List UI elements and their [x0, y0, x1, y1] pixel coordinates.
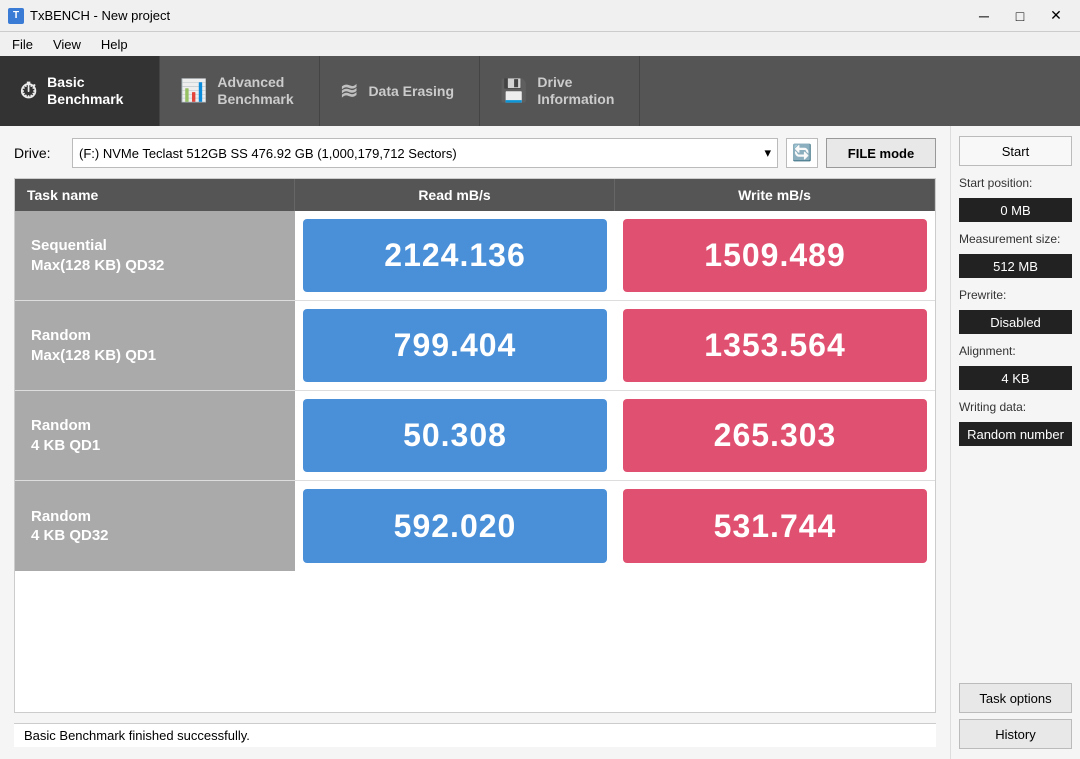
drive-info-icon: 💾	[500, 78, 527, 104]
tab-advanced-label: AdvancedBenchmark	[217, 74, 293, 108]
header-task-name: Task name	[15, 179, 295, 211]
measurement-size-label: Measurement size:	[959, 232, 1072, 246]
prewrite-value: Disabled	[959, 310, 1072, 334]
tab-data-erasing[interactable]: ≋ Data Erasing	[320, 56, 480, 126]
tab-drive-label: DriveInformation	[537, 74, 614, 108]
menu-view[interactable]: View	[45, 35, 89, 54]
read-value-1: 799.404	[303, 309, 607, 382]
main-panel: Drive: (F:) NVMe Teclast 512GB SS 476.92…	[0, 126, 950, 759]
table-row: Random4 KB QD150.308265.303	[15, 391, 935, 481]
data-erasing-icon: ≋	[340, 78, 358, 104]
tab-erasing-label: Data Erasing	[368, 83, 454, 100]
close-button[interactable]: ✕	[1040, 6, 1072, 26]
write-cell-1: 1353.564	[615, 301, 935, 390]
task-cell-2: Random4 KB QD1	[15, 391, 295, 480]
read-cell-0: 2124.136	[295, 211, 615, 300]
read-value-0: 2124.136	[303, 219, 607, 292]
tab-basic-benchmark[interactable]: ⏱ BasicBenchmark	[0, 56, 160, 126]
maximize-button[interactable]: □	[1004, 6, 1036, 26]
main-content: Drive: (F:) NVMe Teclast 512GB SS 476.92…	[0, 126, 1080, 759]
write-cell-0: 1509.489	[615, 211, 935, 300]
history-button[interactable]: History	[959, 719, 1072, 749]
measurement-size-value: 512 MB	[959, 254, 1072, 278]
writing-data-value: Random number	[959, 422, 1072, 446]
drive-selector-row: Drive: (F:) NVMe Teclast 512GB SS 476.92…	[14, 138, 936, 168]
refresh-icon: 🔄	[792, 143, 812, 163]
menu-help[interactable]: Help	[93, 35, 136, 54]
task-cell-3: Random4 KB QD32	[15, 481, 295, 571]
table-header: Task name Read mB/s Write mB/s	[15, 179, 935, 211]
task-cell-0: SequentialMax(128 KB) QD32	[15, 211, 295, 300]
tab-basic-label: BasicBenchmark	[47, 74, 123, 108]
app-icon: T	[8, 8, 24, 24]
start-button[interactable]: Start	[959, 136, 1072, 166]
benchmark-rows: SequentialMax(128 KB) QD322124.1361509.4…	[15, 211, 935, 571]
write-value-0: 1509.489	[623, 219, 927, 292]
tab-advanced-benchmark[interactable]: 📊 AdvancedBenchmark	[160, 56, 320, 126]
tab-drive-information[interactable]: 💾 DriveInformation	[480, 56, 640, 126]
read-cell-2: 50.308	[295, 391, 615, 480]
write-cell-2: 265.303	[615, 391, 935, 480]
start-position-value: 0 MB	[959, 198, 1072, 222]
table-row: SequentialMax(128 KB) QD322124.1361509.4…	[15, 211, 935, 301]
drive-refresh-button[interactable]: 🔄	[786, 138, 818, 168]
drive-label: Drive:	[14, 145, 64, 161]
header-read: Read mB/s	[295, 179, 615, 211]
status-text: Basic Benchmark finished successfully.	[24, 728, 250, 743]
benchmark-table: Task name Read mB/s Write mB/s Sequentia…	[14, 178, 936, 713]
right-panel: Start Start position: 0 MB Measurement s…	[950, 126, 1080, 759]
task-options-button[interactable]: Task options	[959, 683, 1072, 713]
table-row: Random4 KB QD32592.020531.744	[15, 481, 935, 571]
read-cell-3: 592.020	[295, 481, 615, 571]
titlebar-title: TxBENCH - New project	[30, 8, 170, 23]
task-cell-1: RandomMax(128 KB) QD1	[15, 301, 295, 390]
drive-select-value: (F:) NVMe Teclast 512GB SS 476.92 GB (1,…	[79, 146, 457, 161]
basic-benchmark-icon: ⏱	[20, 78, 37, 104]
dropdown-arrow-icon: ▾	[764, 145, 771, 161]
file-mode-button[interactable]: FILE mode	[826, 138, 936, 168]
tabbar: ⏱ BasicBenchmark 📊 AdvancedBenchmark ≋ D…	[0, 56, 1080, 126]
write-value-1: 1353.564	[623, 309, 927, 382]
read-value-2: 50.308	[303, 399, 607, 472]
write-value-2: 265.303	[623, 399, 927, 472]
read-cell-1: 799.404	[295, 301, 615, 390]
read-value-3: 592.020	[303, 489, 607, 563]
writing-data-label: Writing data:	[959, 400, 1072, 414]
write-value-3: 531.744	[623, 489, 927, 563]
table-row: RandomMax(128 KB) QD1799.4041353.564	[15, 301, 935, 391]
titlebar: T TxBENCH - New project ─ □ ✕	[0, 0, 1080, 32]
advanced-benchmark-icon: 📊	[180, 78, 207, 104]
statusbar: Basic Benchmark finished successfully.	[14, 723, 936, 747]
drive-dropdown[interactable]: (F:) NVMe Teclast 512GB SS 476.92 GB (1,…	[72, 138, 778, 168]
minimize-button[interactable]: ─	[968, 6, 1000, 26]
prewrite-label: Prewrite:	[959, 288, 1072, 302]
alignment-value: 4 KB	[959, 366, 1072, 390]
titlebar-controls: ─ □ ✕	[968, 6, 1072, 26]
menubar: File View Help	[0, 32, 1080, 56]
start-position-label: Start position:	[959, 176, 1072, 190]
menu-file[interactable]: File	[4, 35, 41, 54]
header-write: Write mB/s	[615, 179, 935, 211]
write-cell-3: 531.744	[615, 481, 935, 571]
right-spacer	[959, 452, 1072, 677]
titlebar-left: T TxBENCH - New project	[8, 8, 170, 24]
alignment-label: Alignment:	[959, 344, 1072, 358]
